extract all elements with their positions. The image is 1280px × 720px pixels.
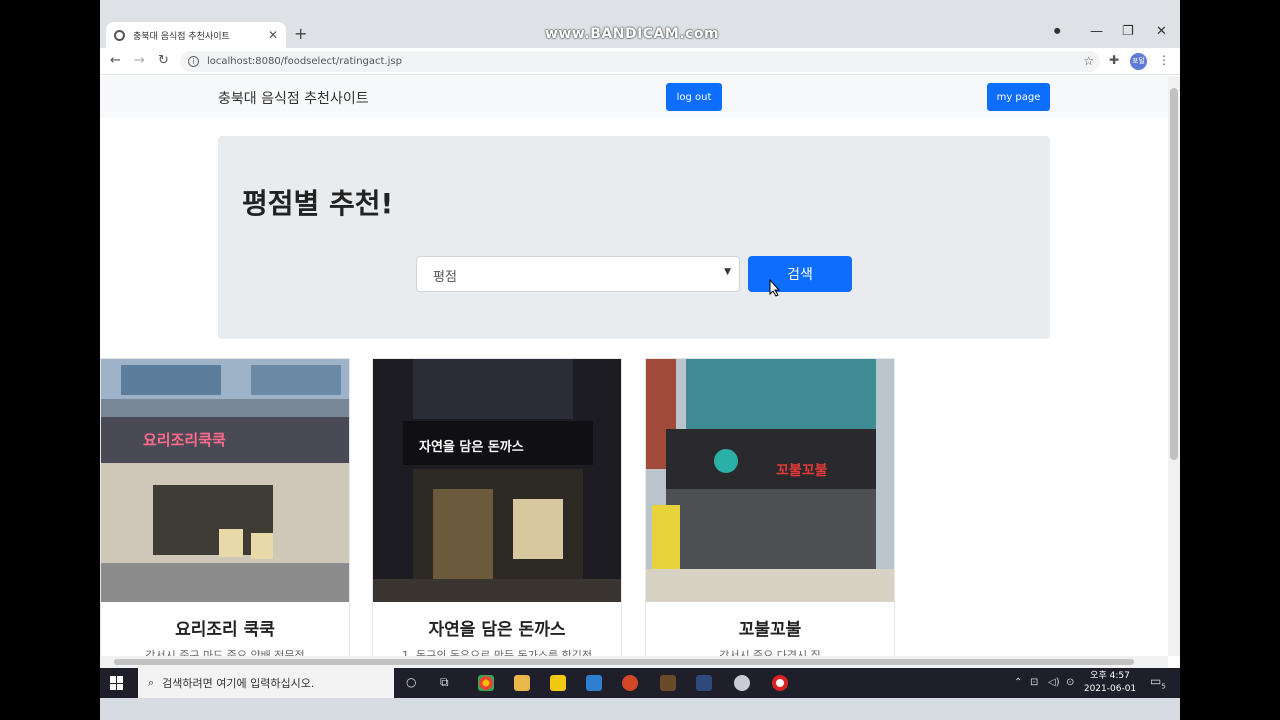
card-title: 꼬불꼬불 (738, 620, 802, 640)
select-value: 평점 (433, 270, 457, 285)
sign-text: 요리조리쿡쿡 (143, 431, 226, 449)
windows-taskbar: ⌕ 검색하려면 여기에 입력하십시오. ○ ⧉ ⌃ ⊡ ◁) ⊙ 오후 4:57… (100, 668, 1180, 698)
scrollbar-thumb[interactable] (1170, 88, 1178, 460)
tab-strip: 충북대 음식점 추천사이트 ✕ + www.BANDICAM.com ⏺ — ❐… (100, 0, 1180, 48)
search-button[interactable]: 검색 (748, 256, 852, 292)
card-title: 요리조리 쿡쿡 (175, 620, 275, 640)
menu-icon[interactable]: ⋮ (1158, 53, 1170, 67)
card-text: 강서시 중구 마드 중요 양배 전문점 (145, 649, 305, 656)
editor-icon[interactable] (586, 675, 602, 691)
bottom-strip (100, 698, 1180, 720)
browser-tab[interactable]: 충북대 음식점 추천사이트 ✕ (106, 22, 286, 48)
tab-close-icon[interactable]: ✕ (268, 28, 278, 42)
folder-icon[interactable] (514, 675, 530, 691)
network-icon[interactable]: ⊡ (1030, 677, 1038, 688)
new-tab-button[interactable]: + (294, 24, 307, 43)
clock-date: 2021-06-01 (1083, 684, 1137, 694)
restore-icon[interactable]: ❐ (1122, 24, 1134, 39)
restaurant-card[interactable]: 자연을 담은 돈까스 자연을 담은 돈까스 1. 동구의 동유으로 만든 돈가스… (372, 358, 622, 656)
sign-text: 자연을 담은 돈까스 (419, 439, 524, 455)
screen: 충북대 음식점 추천사이트 ✕ + www.BANDICAM.com ⏺ — ❐… (100, 0, 1180, 720)
vertical-scrollbar[interactable] (1168, 76, 1180, 656)
chrome-icon[interactable] (478, 675, 494, 691)
restaurant-card[interactable]: 꼬불꼬불 꼬불꼬불 강서시 중요 다겸시 집 (645, 358, 895, 656)
windows-icon[interactable] (110, 676, 124, 690)
site-brand[interactable]: 충북대 음식점 추천사이트 (218, 88, 369, 108)
notification-icon[interactable]: ▭5 (1150, 674, 1166, 690)
app-icon[interactable] (734, 675, 750, 691)
restaurant-photo: 요리조리쿡쿡 (101, 359, 349, 602)
minimize-icon[interactable]: — (1090, 24, 1103, 39)
globe-icon (114, 29, 125, 41)
extensions-icon[interactable]: ✚ (1109, 53, 1119, 67)
sign-text: 꼬불꼬불 (776, 463, 828, 479)
rating-select[interactable]: 평점 ▼ (416, 256, 740, 292)
record-app-icon[interactable] (772, 675, 788, 691)
search-icon: ⌕ (148, 676, 155, 689)
browser-toolbar: ← → ↻ i localhost:8080/foodselect/rating… (100, 48, 1180, 75)
restaurant-photo: 꼬불꼬불 (646, 359, 894, 602)
powerpoint-icon[interactable] (622, 675, 638, 691)
info-icon[interactable]: i (188, 56, 199, 67)
mypage-button[interactable]: my page (987, 83, 1050, 111)
restaurant-photo: 자연을 담은 돈까스 (373, 359, 621, 602)
tray-chevron-icon[interactable]: ⌃ (1014, 677, 1022, 688)
horizontal-scrollbar[interactable] (100, 656, 1168, 668)
close-window-icon[interactable]: ✕ (1156, 24, 1167, 39)
avatar[interactable]: 포털 (1130, 53, 1147, 70)
card-text: 강서시 중요 다겸시 집 (719, 649, 821, 656)
taskbar-search-placeholder: 검색하려면 여기에 입력하십시오. (162, 677, 315, 690)
address-bar[interactable]: i localhost:8080/foodselect/ratingact.js… (180, 51, 1100, 72)
scrollbar-thumb[interactable] (114, 659, 1134, 665)
url-text: localhost:8080/foodselect/ratingact.jsp (207, 56, 402, 67)
page-title: 평점별 추천! (242, 187, 394, 220)
forward-icon[interactable]: → (134, 53, 145, 68)
volume-icon[interactable]: ◁) (1048, 677, 1060, 688)
tab-title: 충북대 음식점 추천사이트 (133, 31, 230, 42)
notification-count: 5 (1161, 682, 1166, 691)
record-icon[interactable]: ⏺ (1054, 24, 1061, 39)
taskbar-search[interactable]: ⌕ 검색하려면 여기에 입력하십시오. (138, 668, 394, 698)
cursor-icon (769, 279, 781, 297)
watermark: www.BANDICAM.com (545, 26, 720, 42)
card-text: 1. 동구의 동유으로 만든 돈가스를 함김전 (402, 649, 592, 656)
card-title: 자연을 담은 돈까스 (428, 620, 566, 640)
ime-icon[interactable]: ⊙ (1066, 677, 1074, 688)
back-icon[interactable]: ← (110, 53, 121, 68)
ide-icon[interactable] (696, 675, 712, 691)
restaurant-card[interactable]: 요리조리쿡쿡 요리조리 쿡쿡 강서시 중구 마드 중요 양배 전문점 (100, 358, 350, 656)
page-viewport: 충북대 음식점 추천사이트 log out my page 평점별 추천! 평점… (100, 76, 1168, 656)
taskview-icon[interactable]: ⧉ (440, 675, 449, 690)
taskbar-clock[interactable]: 오후 4:57 2021-06-01 (1082, 670, 1138, 696)
star-icon[interactable]: ☆ (1083, 54, 1094, 68)
sticky-notes-icon[interactable] (550, 675, 566, 691)
site-navbar: 충북대 음식점 추천사이트 log out my page (100, 76, 1168, 118)
reload-icon[interactable]: ↻ (158, 53, 169, 68)
app-icon[interactable] (660, 675, 676, 691)
rating-jumbotron: 평점별 추천! 평점 ▼ 검색 (218, 136, 1050, 339)
clock-time: 오후 4:57 (1090, 671, 1130, 681)
cortana-icon[interactable]: ○ (406, 675, 416, 689)
chevron-down-icon: ▼ (724, 267, 731, 277)
logout-button[interactable]: log out (666, 83, 722, 111)
